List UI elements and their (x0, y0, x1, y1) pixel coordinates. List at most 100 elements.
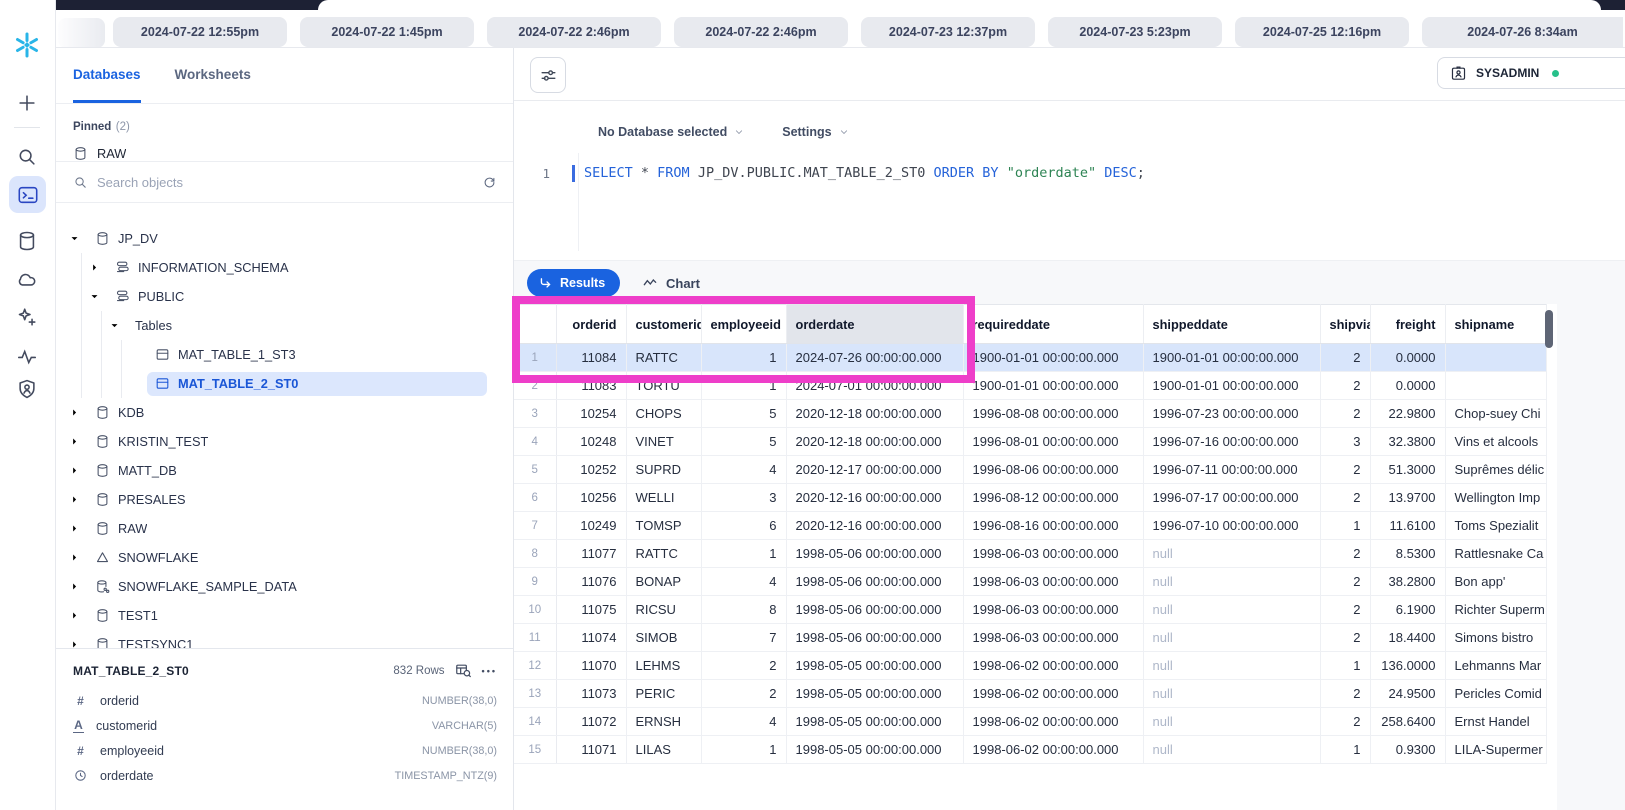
cell-shippeddate: null (1143, 624, 1320, 652)
activity-pulse-icon[interactable] (16, 346, 38, 368)
sql-editor[interactable]: No Database selected Settings 1 SELECT *… (514, 101, 1625, 261)
worksheet-tab[interactable]: 2024-07-22 2:46pm (487, 17, 661, 47)
column-header-freight[interactable]: freight (1370, 305, 1445, 344)
chart-tab-button[interactable]: Chart (642, 269, 700, 297)
chevron-right-icon[interactable] (69, 406, 87, 420)
search-icon[interactable] (16, 146, 38, 168)
preview-data-icon[interactable] (455, 662, 472, 679)
tree-item-snowflake_sample_data[interactable]: SNOWFLAKE_SAMPLE_DATA (55, 572, 513, 601)
chevron-right-icon[interactable] (69, 464, 87, 478)
table-row[interactable]: 710249TOMSP62020-12-16 00:00:00.0001996-… (514, 512, 1546, 540)
worksheet-tab[interactable]: 2024-07-23 12:37pm (861, 17, 1035, 47)
cell-orderdate: 2020-12-18 00:00:00.000 (786, 428, 963, 456)
tree-item-presales[interactable]: PRESALES (55, 485, 513, 514)
column-header-shipvia[interactable]: shipvia (1320, 305, 1370, 344)
chevron-down-icon[interactable] (109, 319, 127, 333)
cell-shipvia: 2 (1320, 372, 1370, 400)
tree-item-inner: TESTSYNC1 (87, 633, 487, 649)
chevron-right-icon[interactable] (69, 493, 87, 507)
chevron-right-icon[interactable] (69, 435, 87, 449)
tree-item-public[interactable]: PUBLIC (55, 282, 513, 311)
column-header-orderdate[interactable]: orderdate (786, 305, 963, 344)
worksheet-options-button[interactable] (530, 57, 566, 93)
tree-item-test1[interactable]: TEST1 (55, 601, 513, 630)
new-worksheet-plus-icon[interactable] (16, 92, 38, 114)
chevron-right-icon[interactable] (69, 609, 87, 623)
table-row[interactable]: 1111074SIMOB71998-05-06 00:00:00.0001998… (514, 624, 1546, 652)
tree-item-jp_dv[interactable]: JP_DV (55, 224, 513, 253)
worksheet-tab[interactable]: 2024-07-26 8:34am (1422, 17, 1623, 47)
more-options-icon[interactable]: ••• (482, 666, 497, 676)
cell-employeeid: 1 (701, 736, 786, 764)
table-row[interactable]: 911076BONAP41998-05-06 00:00:00.0001998-… (514, 568, 1546, 596)
results-tab-button[interactable]: Results (527, 269, 620, 297)
worksheet-tab-partial[interactable] (58, 18, 105, 48)
table-row[interactable]: 1211070LEHMS21998-05-05 00:00:00.0001998… (514, 652, 1546, 680)
table-row[interactable]: 1511071LILAS11998-05-05 00:00:00.0001998… (514, 736, 1546, 764)
pinned-item[interactable]: RAW (73, 146, 495, 161)
chevron-down-icon[interactable] (69, 232, 87, 246)
table-row[interactable]: 1311073PERIC21998-05-05 00:00:00.0001998… (514, 680, 1546, 708)
tree-item-kdb[interactable]: KDB (55, 398, 513, 427)
tree-item-snowflake[interactable]: SNOWFLAKE (55, 543, 513, 572)
tree-item-kristin_test[interactable]: KRISTIN_TEST (55, 427, 513, 456)
ai-sparkles-icon[interactable] (16, 306, 38, 328)
column-header-requireddate[interactable]: requireddate (963, 305, 1143, 344)
cell-shippeddate: null (1143, 736, 1320, 764)
cell-freight: 18.4400 (1370, 624, 1445, 652)
worksheet-tab[interactable]: 2024-07-22 2:46pm (674, 17, 848, 47)
cell-shipname: Wellington Imp (1445, 484, 1546, 512)
chevron-right-icon[interactable] (89, 261, 107, 275)
database-context-dropdown[interactable]: No Database selected (598, 125, 744, 139)
search-objects-input[interactable]: Search objects (55, 162, 513, 203)
cell-employeeid: 3 (701, 484, 786, 512)
cloud-icon[interactable] (16, 268, 38, 290)
table-row[interactable]: 510252SUPRD42020-12-17 00:00:00.0001996-… (514, 456, 1546, 484)
nav-projects-active[interactable] (9, 176, 46, 213)
cell-employeeid: 8 (701, 596, 786, 624)
cell-orderdate: 2024-07-26 00:00:00.000 (786, 344, 963, 372)
panel-tab-databases[interactable]: Databases (73, 48, 141, 103)
tree-item-testsync1[interactable]: TESTSYNC1 (55, 630, 513, 648)
chevron-right-icon[interactable] (69, 580, 87, 594)
chevron-right-icon[interactable] (69, 638, 87, 649)
table-row[interactable]: 610256WELLI32020-12-16 00:00:00.0001996-… (514, 484, 1546, 512)
table-row[interactable]: 1011075RICSU81998-05-06 00:00:00.0001998… (514, 596, 1546, 624)
sql-statement[interactable]: SELECT * FROM JP_DV.PUBLIC.MAT_TABLE_2_S… (584, 165, 1145, 181)
row-number-cell: 9 (514, 568, 556, 596)
table-row[interactable]: 211083TORTU12024-07-01 00:00:00.0001900-… (514, 372, 1546, 400)
worksheet-tab[interactable]: 2024-07-23 5:23pm (1048, 17, 1222, 47)
worksheet-tab[interactable]: 2024-07-22 12:55pm (113, 17, 287, 47)
admin-shield-icon[interactable] (16, 378, 38, 400)
table-row[interactable]: 410248VINET52020-12-18 00:00:00.0001996-… (514, 428, 1546, 456)
tree-item-mat_table_1_st3[interactable]: MAT_TABLE_1_ST3 (55, 340, 513, 369)
panel-tab-worksheets[interactable]: Worksheets (175, 48, 251, 103)
tree-item-information_schema[interactable]: INFORMATION_SCHEMA (55, 253, 513, 282)
column-header-employeeid[interactable]: employeeid (701, 305, 786, 344)
tree-item-tables[interactable]: Tables (55, 311, 513, 340)
vertical-scrollbar[interactable] (1545, 310, 1553, 348)
column-header-shipname[interactable]: shipname (1445, 305, 1546, 344)
worksheet-tab[interactable]: 2024-07-25 12:16pm (1235, 17, 1409, 47)
worksheet-tab[interactable]: 2024-07-22 1:45pm (300, 17, 474, 47)
tree-item-matt_db[interactable]: MATT_DB (55, 456, 513, 485)
table-row[interactable]: 310254CHOPS52020-12-18 00:00:00.0001996-… (514, 400, 1546, 428)
table-row[interactable]: 111084RATTC12024-07-26 00:00:00.0001900-… (514, 344, 1546, 372)
chevron-down-icon[interactable] (89, 290, 107, 304)
refresh-icon[interactable] (482, 175, 497, 190)
database-icon (95, 608, 110, 623)
table-row[interactable]: 811077RATTC11998-05-06 00:00:00.0001998-… (514, 540, 1546, 568)
table-row[interactable]: 1411072ERNSH41998-05-05 00:00:00.0001998… (514, 708, 1546, 736)
column-header-shippeddate[interactable]: shippeddate (1143, 305, 1320, 344)
role-warehouse-button[interactable]: SYSADMIN (1437, 57, 1625, 89)
settings-dropdown[interactable]: Settings (782, 125, 848, 139)
chevron-right-icon[interactable] (69, 551, 87, 565)
tree-item-mat_table_2_st0[interactable]: MAT_TABLE_2_ST0 (55, 369, 513, 398)
snowflake-logo-icon[interactable] (12, 30, 42, 60)
chevron-right-icon[interactable] (69, 522, 87, 536)
column-header-customerid[interactable]: customerid (626, 305, 701, 344)
cell-shipname (1445, 372, 1546, 400)
tree-item-raw[interactable]: RAW (55, 514, 513, 543)
data-database-icon[interactable] (16, 230, 38, 252)
column-header-orderid[interactable]: orderid (556, 305, 626, 344)
